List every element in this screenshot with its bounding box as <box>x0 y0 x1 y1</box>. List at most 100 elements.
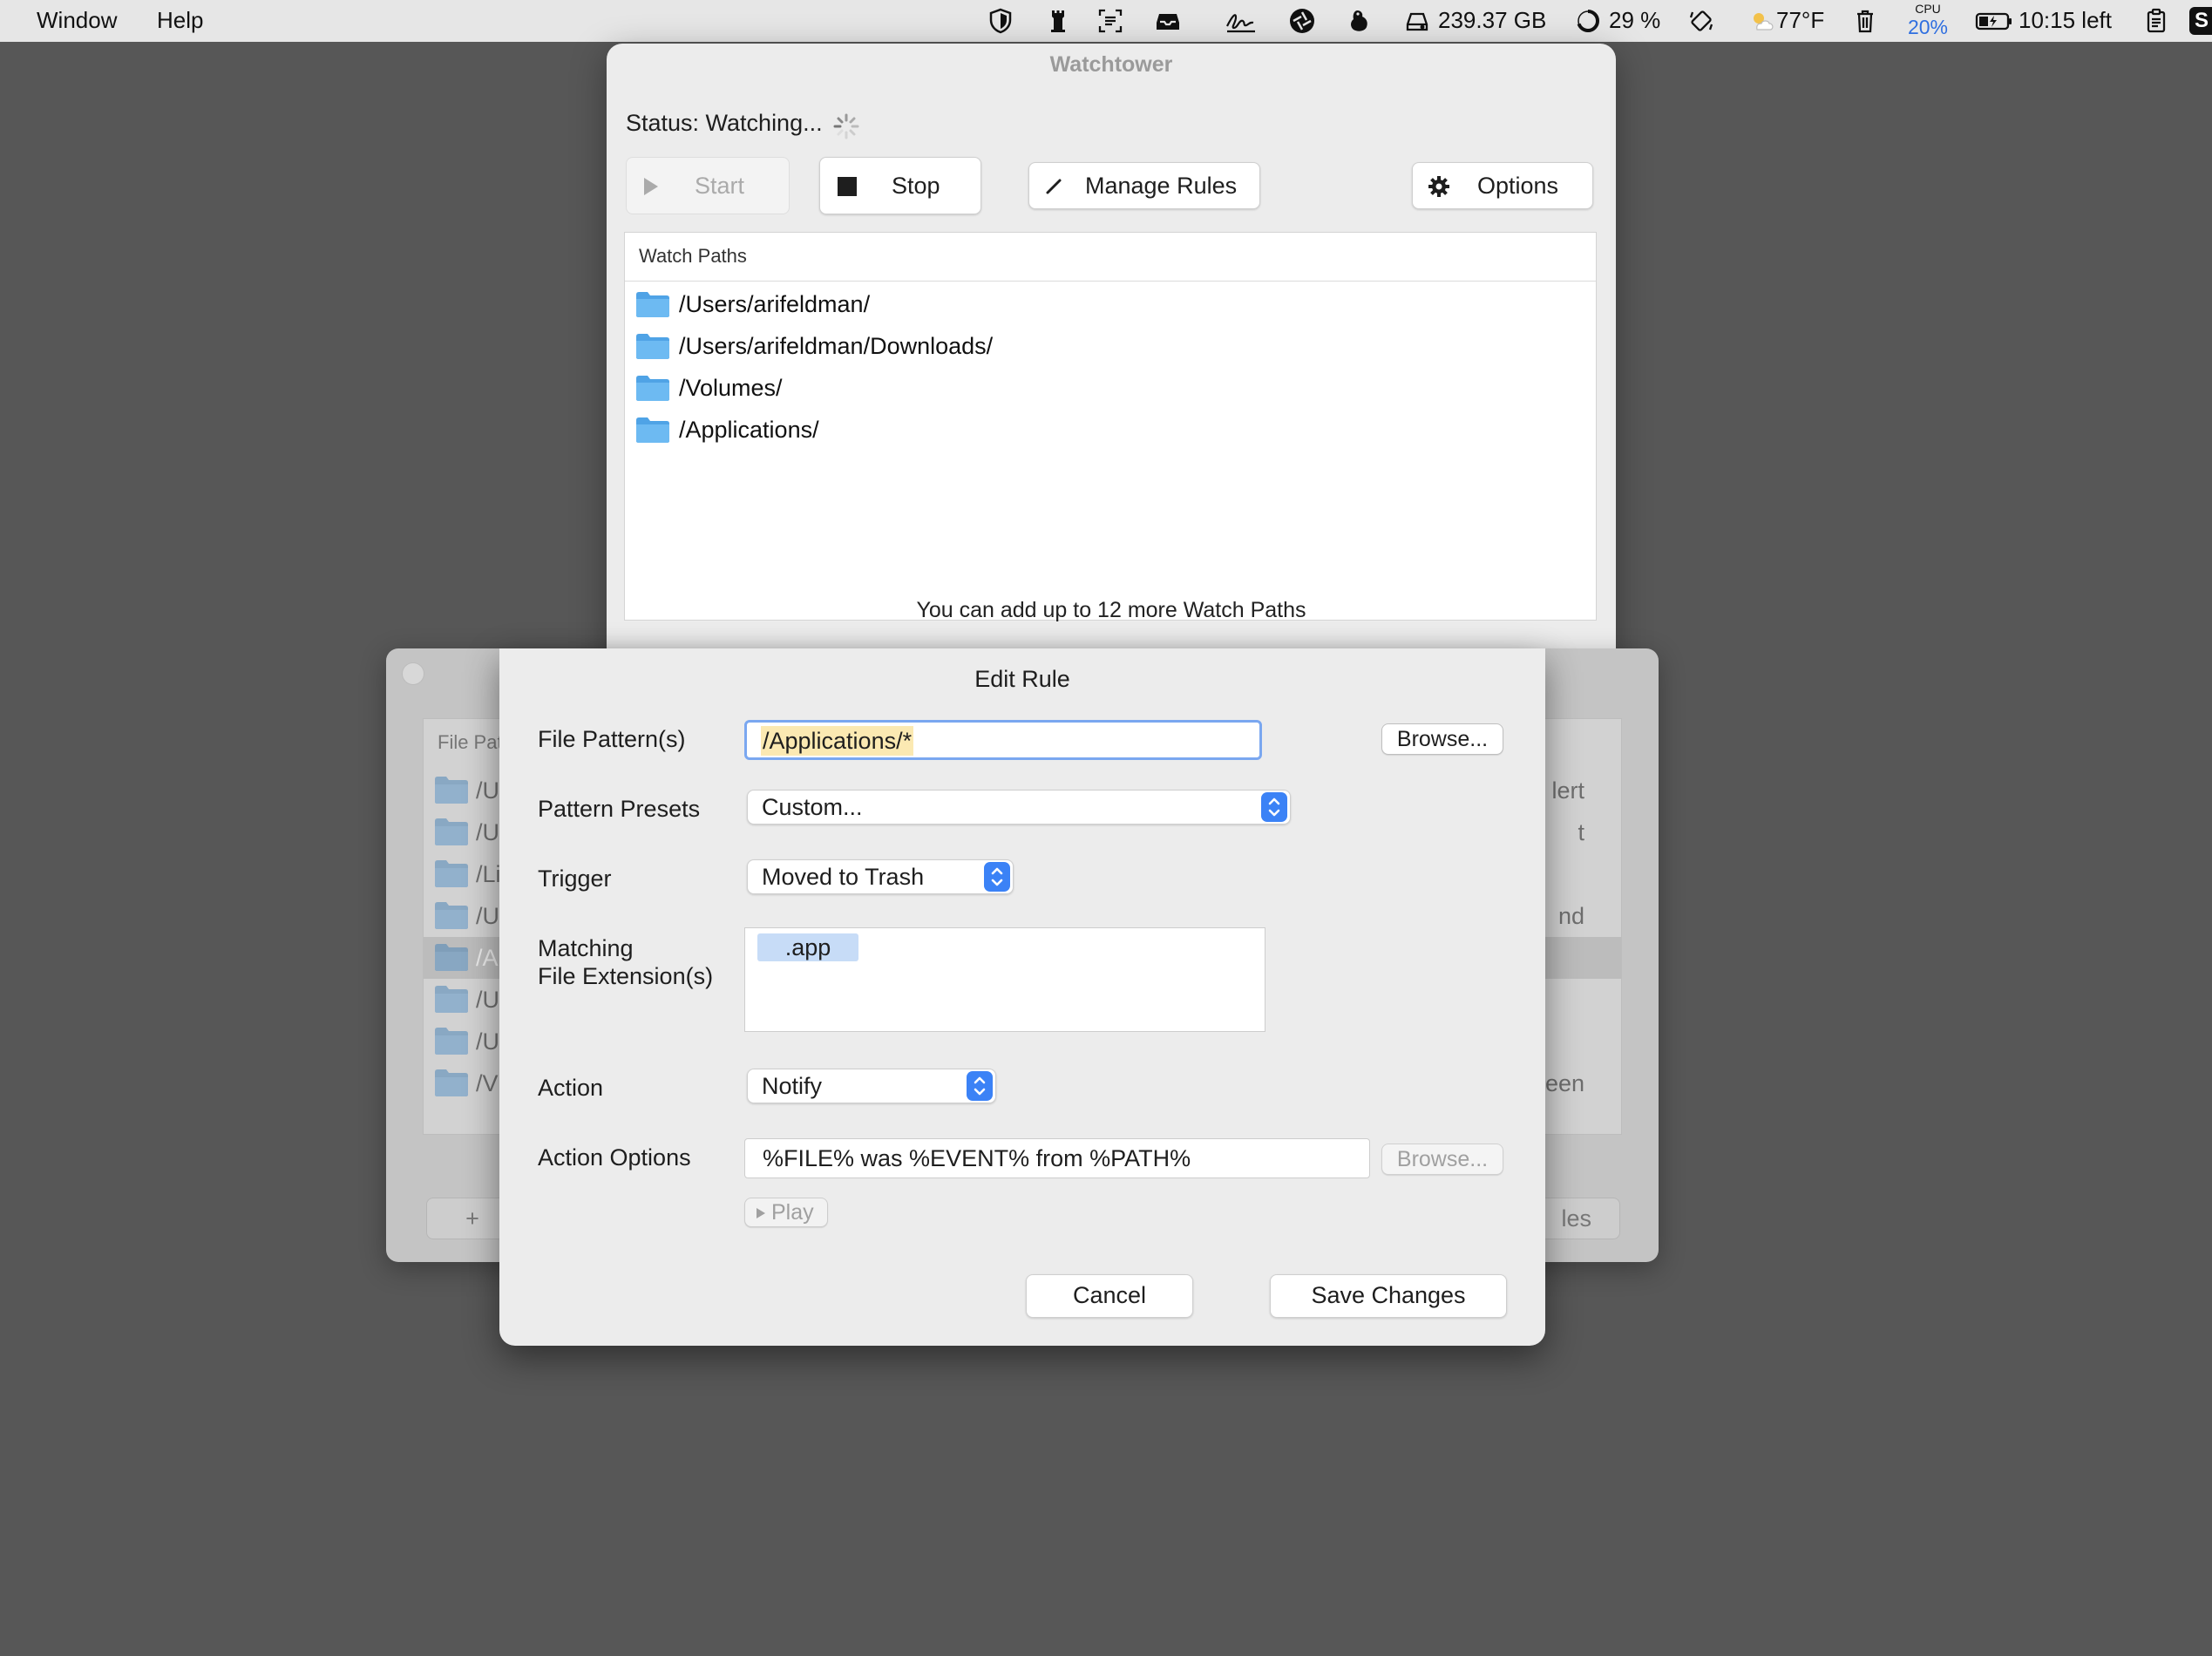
chevron-updown-icon <box>1261 792 1287 822</box>
weather-temp[interactable]: 77°F <box>1776 0 1824 42</box>
watch-paths-note: You can add up to 12 more Watch Paths <box>916 598 1306 622</box>
status-text: Status: Watching... <box>626 110 823 137</box>
watch-paths-header[interactable]: Watch Paths <box>625 233 1596 282</box>
play-button-label: Play <box>771 1200 814 1225</box>
folder-icon <box>636 376 669 401</box>
cpu-value: 20% <box>1907 16 1949 38</box>
spinner-icon <box>831 112 861 141</box>
folder-icon <box>435 777 468 804</box>
trigger-value: Moved to Trash <box>762 864 925 890</box>
extensions-token-field[interactable]: .app <box>744 927 1265 1032</box>
play-icon <box>644 178 658 195</box>
stop-button[interactable]: Stop <box>819 157 981 214</box>
storage-readout[interactable]: 239.37 GB <box>1438 0 1546 42</box>
menu-help[interactable]: Help <box>157 0 203 42</box>
folder-icon <box>636 334 669 359</box>
scan-text-icon[interactable] <box>1096 7 1124 35</box>
matching-label-line2: File Extension(s) <box>538 963 714 989</box>
window-close-button[interactable] <box>402 662 424 685</box>
watch-path-row[interactable]: /Users/arifeldman/Downloads/ <box>625 325 1596 367</box>
watch-path-text: /Applications/ <box>679 417 819 443</box>
watch-path-text: /Users/arifeldman/Downloads/ <box>679 333 994 359</box>
watch-path-row[interactable]: /Applications/ <box>625 409 1596 451</box>
app-menu-extra-letter: S <box>2195 9 2209 32</box>
watch-paths-header-label: Watch Paths <box>639 245 747 267</box>
save-changes-button[interactable]: Save Changes <box>1270 1274 1507 1318</box>
rule-path: /U <box>476 819 499 845</box>
battery-time[interactable]: 10:15 left <box>2019 0 2112 42</box>
status-label: Status: Watching... <box>626 110 823 136</box>
progress-ring-icon[interactable] <box>1574 7 1602 35</box>
trash-icon[interactable] <box>1851 7 1879 35</box>
app-menu-extra-icon[interactable]: S <box>2189 7 2212 35</box>
folder-icon <box>435 902 468 929</box>
pattern-presets-value: Custom... <box>762 794 863 820</box>
rule-path: /A <box>476 945 499 971</box>
action-options-input[interactable]: %FILE% was %EVENT% from %PATH% <box>744 1138 1370 1178</box>
folder-icon <box>435 860 468 887</box>
window-title: Watchtower <box>1049 52 1173 77</box>
bird-icon[interactable] <box>1345 7 1373 35</box>
trigger-select[interactable]: Moved to Trash <box>747 859 1014 894</box>
manage-rules-button[interactable]: Manage Rules <box>1028 162 1260 209</box>
pattern-presets-select[interactable]: Custom... <box>747 790 1291 825</box>
file-pattern-browse-button[interactable]: Browse... <box>1381 723 1503 755</box>
gear-icon <box>1428 176 1449 197</box>
partly-sunny-icon[interactable] <box>1748 7 1776 35</box>
folder-icon <box>636 417 669 443</box>
options-button[interactable]: Options <box>1412 162 1593 209</box>
battery-icon[interactable] <box>1975 7 2013 35</box>
signature-icon[interactable] <box>1224 7 1259 35</box>
rule-action: nd <box>1557 903 1584 929</box>
tower-icon[interactable] <box>1044 7 1072 35</box>
rotate-icon[interactable] <box>1687 7 1715 35</box>
chevron-updown-icon <box>967 1071 993 1101</box>
menu-window[interactable]: Window <box>37 0 117 42</box>
extension-token[interactable]: .app <box>757 933 858 961</box>
file-pattern-input[interactable]: /Applications/* <box>744 720 1262 760</box>
file-pattern-label: File Pattern(s) <box>538 726 686 752</box>
action-options-value: %FILE% was %EVENT% from %PATH% <box>763 1145 1191 1171</box>
stop-button-label: Stop <box>892 173 940 199</box>
watch-path-text: /Users/arifeldman/ <box>679 291 871 317</box>
play-icon <box>757 1208 765 1218</box>
chevron-updown-icon <box>984 862 1010 892</box>
play-button[interactable]: Play <box>744 1198 828 1227</box>
cancel-button[interactable]: Cancel <box>1026 1274 1193 1318</box>
rule-action: t <box>1578 819 1584 845</box>
rule-action: een <box>1544 1070 1584 1096</box>
watch-path-row[interactable]: /Volumes/ <box>625 367 1596 409</box>
battery-percent[interactable]: 29 % <box>1609 0 1660 42</box>
start-button[interactable]: Start <box>626 157 790 214</box>
action-options-browse-button[interactable]: Browse... <box>1381 1144 1503 1175</box>
cpu-meter[interactable]: CPU 20% <box>1902 2 1954 40</box>
rule-path: /U <box>476 903 499 929</box>
shield-icon[interactable] <box>987 7 1014 35</box>
action-options-label: Action Options <box>538 1144 691 1171</box>
rule-path: /Li <box>476 861 501 887</box>
rule-path: /U <box>476 987 499 1013</box>
rules-table-header: File Pat <box>438 731 503 753</box>
cpu-label: CPU <box>1915 2 1941 16</box>
rule-action: lert <box>1551 777 1584 804</box>
pattern-presets-label: Pattern Presets <box>538 796 701 822</box>
start-button-label: Start <box>695 173 745 199</box>
menu-bar: Window Help 239.37 GB 29 % 77°F CPU 20% <box>0 0 2212 42</box>
watch-paths-table[interactable]: Watch Paths /Users/arifeldman/ /Users/ar… <box>624 232 1597 621</box>
aperture-icon[interactable] <box>1288 7 1316 35</box>
trigger-label: Trigger <box>538 865 612 892</box>
inbox-icon[interactable] <box>1154 7 1182 35</box>
sheet-title: Edit Rule <box>974 666 1070 692</box>
folder-icon <box>435 986 468 1013</box>
folder-icon <box>435 1069 468 1096</box>
disk-icon[interactable] <box>1403 7 1431 35</box>
rule-path: /U <box>476 1028 499 1055</box>
action-select[interactable]: Notify <box>747 1069 996 1103</box>
rule-path: /U <box>476 777 499 804</box>
clipboard-icon[interactable] <box>2142 7 2170 35</box>
watch-path-row[interactable]: /Users/arifeldman/ <box>625 283 1596 325</box>
edit-rule-sheet: Edit Rule File Pattern(s) /Applications/… <box>499 648 1545 1346</box>
stop-icon <box>838 177 857 196</box>
action-label: Action <box>538 1075 604 1101</box>
folder-icon <box>435 944 468 971</box>
